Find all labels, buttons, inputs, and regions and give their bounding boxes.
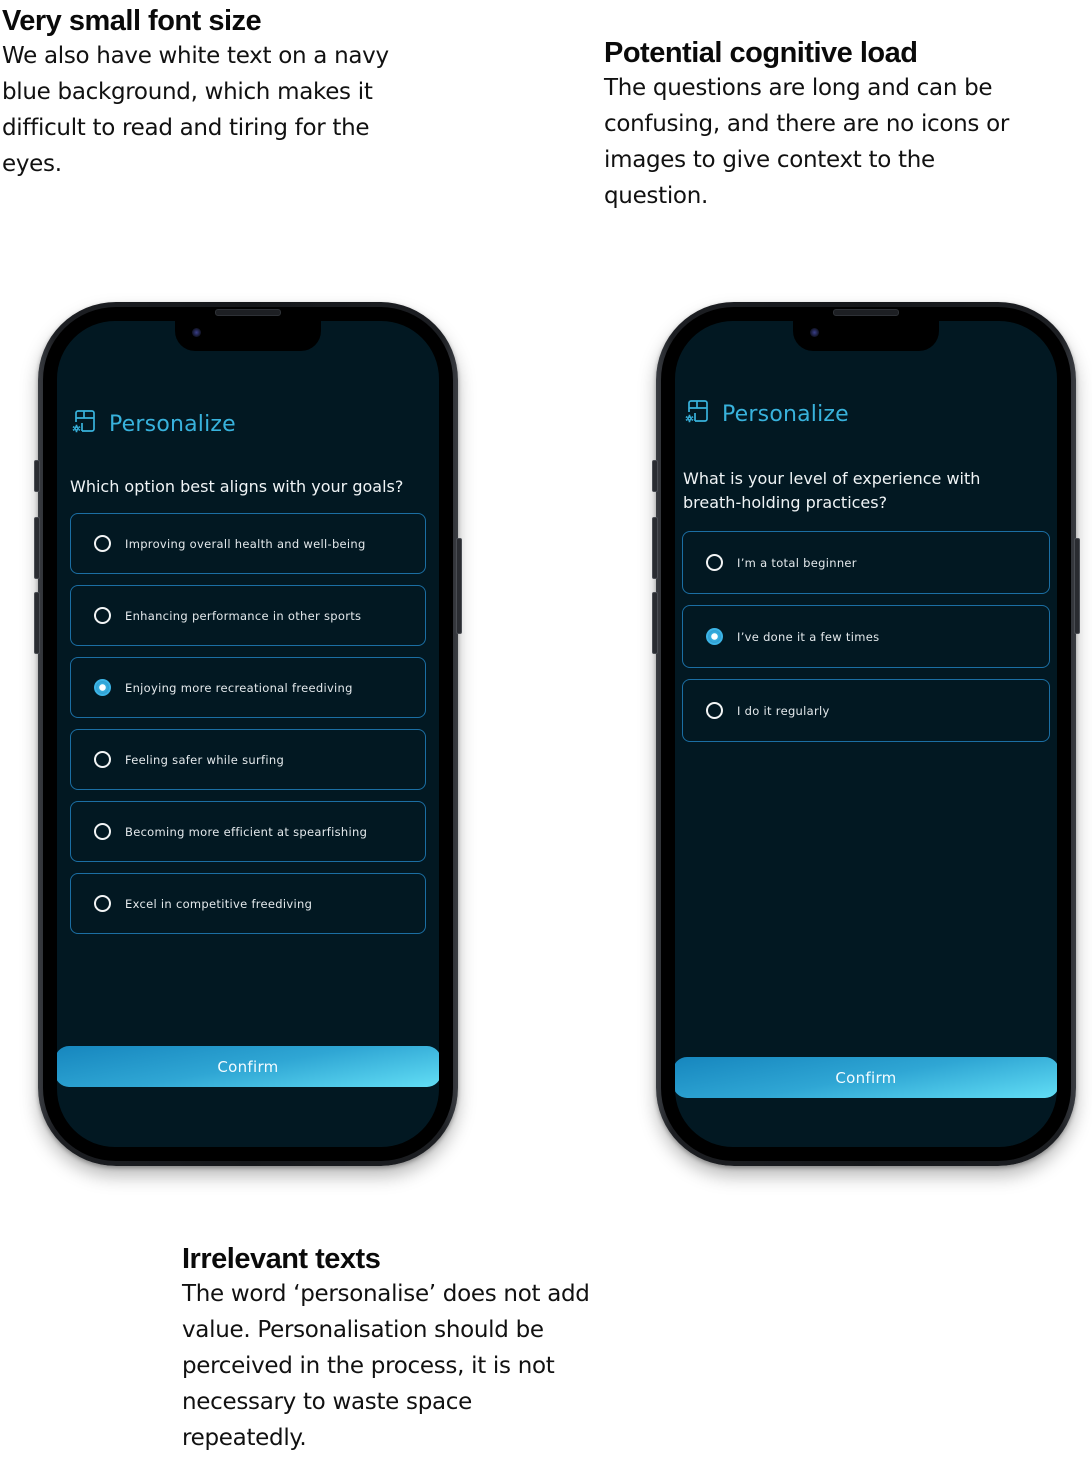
annotation-body: We also have white text on a navy blue b… [2, 43, 389, 177]
option-item[interactable]: Feeling safer while surfing [70, 729, 426, 790]
options-list: Improving overall health and well-being … [70, 513, 426, 945]
radio-checked-icon[interactable] [706, 628, 723, 645]
radio-unchecked-icon[interactable] [706, 554, 723, 571]
option-item[interactable]: I do it regularly [682, 679, 1050, 742]
app-screen: Personalize What is your level of experi… [675, 321, 1057, 1147]
annotation-title: Potential cognitive load [604, 37, 918, 69]
app-header: Personalize [684, 399, 849, 429]
option-label: Improving overall health and well-being [125, 536, 366, 551]
power-button [1074, 538, 1080, 634]
radio-checked-icon[interactable] [94, 679, 111, 696]
volume-down-button [652, 592, 658, 654]
page-title: Personalize [109, 411, 236, 437]
annotation-body: The word ‘personalise’ does not add valu… [182, 1281, 590, 1451]
question-text: What is your level of experience with br… [683, 469, 981, 512]
phone-mockup-goals: Personalize Which option best aligns wit… [34, 302, 462, 1166]
option-label: I’ve done it a few times [737, 629, 880, 644]
option-label: I do it regularly [737, 703, 830, 718]
option-label: I’m a total beginner [737, 555, 857, 570]
radio-unchecked-icon[interactable] [94, 607, 111, 624]
option-label: Excel in competitive freediving [125, 896, 313, 911]
radio-unchecked-icon[interactable] [706, 702, 723, 719]
option-item[interactable]: Becoming more efficient at spearfishing [70, 801, 426, 862]
option-item[interactable]: Excel in competitive freediving [70, 873, 426, 934]
phone-mockup-experience: Personalize What is your level of experi… [652, 302, 1080, 1166]
annotation-body: The questions are long and can be confus… [604, 75, 1010, 209]
volume-down-button [34, 592, 40, 654]
radio-unchecked-icon[interactable] [94, 535, 111, 552]
silent-switch [34, 460, 40, 492]
front-camera [810, 328, 819, 337]
option-item[interactable]: Enhancing performance in other sports [70, 585, 426, 646]
radio-unchecked-icon[interactable] [94, 895, 111, 912]
earpiece-speaker [833, 309, 899, 316]
question-text: Which option best aligns with your goals… [70, 477, 404, 496]
option-item[interactable]: Improving overall health and well-being [70, 513, 426, 574]
option-item-selected[interactable]: Enjoying more recreational freediving [70, 657, 426, 718]
front-camera [192, 328, 201, 337]
confirm-button[interactable]: Confirm [675, 1057, 1057, 1098]
annotation-irrelevant-texts: Irrelevant texts The word ‘personalise’ … [182, 1242, 602, 1456]
annotation-title: Irrelevant texts [182, 1243, 381, 1275]
annotation-small-font: Very small font size We also have white … [2, 4, 432, 182]
options-list: I’m a total beginner I’ve done it a few … [682, 531, 1050, 753]
volume-up-button [652, 517, 658, 579]
page-title: Personalize [722, 401, 849, 427]
annotation-cognitive-load: Potential cognitive load The questions a… [604, 36, 1044, 214]
option-label: Enhancing performance in other sports [125, 608, 362, 623]
radio-unchecked-icon[interactable] [94, 751, 111, 768]
silent-switch [652, 460, 658, 492]
personalize-layout-gear-icon [684, 399, 710, 429]
confirm-button[interactable]: Confirm [57, 1046, 439, 1087]
earpiece-speaker [215, 309, 281, 316]
option-label: Enjoying more recreational freediving [125, 680, 353, 695]
option-item-selected[interactable]: I’ve done it a few times [682, 605, 1050, 668]
option-item[interactable]: I’m a total beginner [682, 531, 1050, 594]
option-label: Feeling safer while surfing [125, 752, 285, 767]
app-screen: Personalize Which option best aligns wit… [57, 321, 439, 1147]
volume-up-button [34, 517, 40, 579]
annotation-title: Very small font size [2, 5, 262, 37]
radio-unchecked-icon[interactable] [94, 823, 111, 840]
power-button [456, 538, 462, 634]
personalize-layout-gear-icon [71, 409, 97, 439]
app-header: Personalize [71, 409, 236, 439]
option-label: Becoming more efficient at spearfishing [125, 824, 368, 839]
